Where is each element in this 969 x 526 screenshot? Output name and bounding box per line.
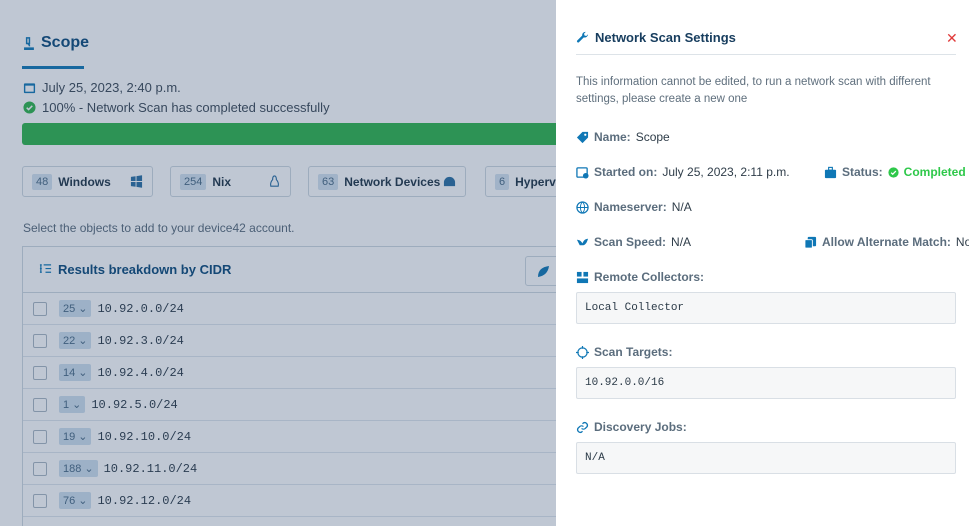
status-value: Completed [903,165,966,179]
scan-targets-field: Scan Targets: [576,345,672,359]
nameserver-value: N/A [671,200,692,214]
status-field: Status: Completed [824,165,966,179]
panel-title-text: Network Scan Settings [595,30,736,45]
remote-collectors-field: Remote Collectors: [576,270,704,284]
nameserver-field: Nameserver: N/A [576,200,692,214]
name-value: Scope [635,130,670,144]
wrench-icon [576,31,589,43]
bird-icon [576,238,589,245]
calendar-clock-icon [576,166,589,179]
started-field: Started on: July 25, 2023, 2:11 p.m. [576,165,790,179]
scan-targets-value: 10.92.0.0/16 [576,367,956,399]
info-text: This information cannot be edited, to ru… [576,76,931,105]
name-field: Name: Scope [576,130,670,144]
remote-collectors-value: Local Collector [576,292,956,324]
briefcase-icon [824,166,837,178]
remote-collectors-label: Remote Collectors: [594,270,705,284]
nameserver-label: Nameserver: [594,200,667,214]
copy-icon [804,236,817,249]
started-label: Started on: [594,165,658,179]
alternate-match-value: No [955,235,969,249]
started-value: July 25, 2023, 2:11 p.m. [662,165,790,179]
close-button[interactable]: ✕ [946,30,958,46]
discovery-jobs-field: Discovery Jobs: [576,420,687,434]
check-circle-icon [888,166,899,178]
link-icon [576,421,589,433]
tag-icon [576,131,589,143]
scan-speed-field: Scan Speed: N/A [576,235,691,249]
name-label: Name: [594,130,631,144]
modal-backdrop[interactable] [0,0,556,526]
scan-targets-label: Scan Targets: [594,345,673,359]
alternate-match-label: Allow Alternate Match: [822,235,951,249]
panel-title: Network Scan Settings [576,30,736,45]
network-scan-settings-panel: Network Scan Settings ✕ This information… [556,0,969,526]
scan-speed-value: N/A [671,235,692,249]
globe-icon [576,200,589,214]
divider [576,54,956,55]
crosshair-icon [576,345,589,359]
discovery-jobs-label: Discovery Jobs: [594,420,687,434]
status-label: Status: [842,165,883,179]
alternate-match-field: Allow Alternate Match: No [804,235,969,249]
collectors-icon [576,271,589,283]
discovery-jobs-value: N/A [576,442,956,474]
scan-speed-label: Scan Speed: [594,235,667,249]
